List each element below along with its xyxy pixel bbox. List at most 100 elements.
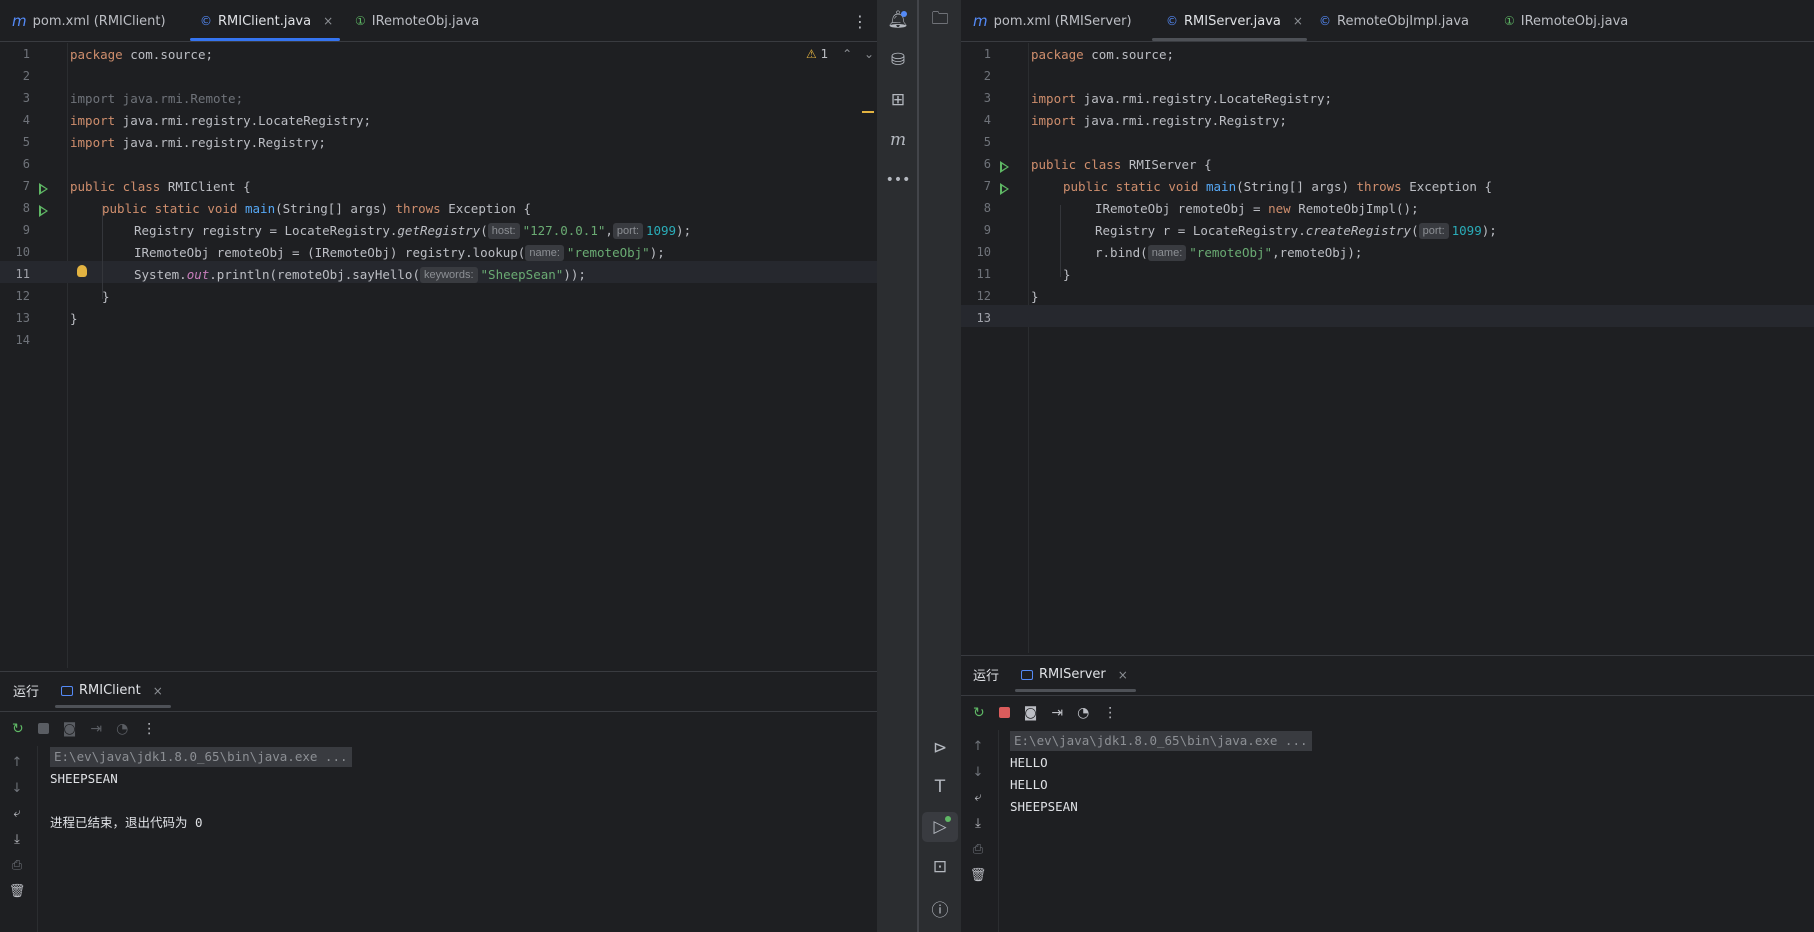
line-number: 2 — [983, 69, 991, 83]
param-hint: name: — [525, 245, 564, 261]
warning-indicator[interactable]: ⚠ 1 ⌃ ⌄ — [806, 47, 874, 61]
code-line: IRemoteObj remoteObj = (IRemoteObj) regi… — [134, 245, 665, 261]
run-icon[interactable] — [1000, 183, 1009, 195]
tab-iremoteobj-server[interactable]: ① IRemoteObj.java — [1504, 0, 1628, 42]
right-tab-bar: m pom.xml (RMIServer) © RMIServer.java ×… — [961, 0, 1814, 42]
close-icon[interactable]: × — [323, 14, 333, 28]
left-console-sidebar: ↑ ↓ ⤶ ⤓ ⎙ 🗑 — [0, 746, 38, 932]
more-icon[interactable]: ⋮ — [1103, 705, 1117, 721]
right-run-toolbar: ↻ ◙ ⇥ ◔ ⋮ — [961, 695, 1814, 729]
line-number: 13 — [15, 311, 30, 325]
code-line: import java.rmi.registry.LocateRegistry; — [70, 113, 372, 128]
problems-icon[interactable]: ⓘ — [922, 893, 958, 923]
build-hammer-icon[interactable]: T — [922, 772, 958, 802]
code-line: } — [102, 289, 110, 304]
services-icon[interactable]: ⊳ — [922, 733, 958, 763]
stop-icon[interactable] — [37, 723, 49, 734]
notifications-icon[interactable]: 🔔︎ — [880, 5, 916, 35]
right-editor[interactable]: 1 2 3 4 5 6 7 8 9 10 11 12 13 package co… — [961, 43, 1814, 653]
exit-icon[interactable]: ⇥ — [1051, 705, 1063, 721]
soft-wrap-icon[interactable]: ⤶ — [0, 806, 34, 821]
terminal-icon[interactable]: ⊡ — [922, 852, 958, 882]
scroll-up-icon[interactable]: ↑ — [0, 755, 34, 770]
close-icon[interactable]: × — [1118, 668, 1128, 682]
tab-label: RMIServer.java — [1184, 13, 1281, 29]
close-icon[interactable]: × — [1293, 14, 1303, 28]
line-number: 8 — [983, 201, 991, 215]
indent-guide — [1060, 205, 1061, 277]
scroll-to-end-icon[interactable]: ⤓ — [961, 816, 995, 831]
stop-icon[interactable] — [998, 707, 1010, 718]
tab-remoteobjimpl[interactable]: © RemoteObjImpl.java — [1319, 0, 1469, 42]
soft-wrap-icon[interactable]: ⤶ — [961, 790, 995, 805]
scroll-to-end-icon[interactable]: ⤓ — [0, 832, 34, 847]
run-icon[interactable] — [1000, 161, 1009, 173]
rerun-icon[interactable]: ↻ — [12, 721, 24, 737]
active-tab-underline — [190, 38, 340, 41]
middle-tool-stripe: 🔔︎ ⛁ ⊞ m ••• — [877, 0, 919, 932]
structure-icon[interactable]: ⊞ — [880, 85, 916, 115]
scroll-down-icon[interactable]: ↓ — [961, 765, 995, 780]
left-run-toolbar: ↻ ◙ ⇥ ◔ ⋮ — [0, 711, 877, 745]
more-tools-icon[interactable]: ••• — [880, 165, 916, 195]
class-icon: © — [200, 14, 212, 28]
indent-guide — [102, 205, 103, 299]
tab-rmiserver[interactable]: © RMIServer.java × — [1166, 0, 1303, 42]
more-tabs-icon[interactable]: ⋮ — [852, 0, 868, 42]
chevron-up-icon[interactable]: ⌃ — [842, 47, 852, 61]
camera-icon[interactable]: ◙ — [63, 721, 77, 737]
profiler-icon[interactable]: ◔ — [1077, 705, 1089, 721]
line-number: 4 — [22, 113, 30, 127]
tab-pom-client[interactable]: m pom.xml (RMIClient) — [12, 0, 166, 42]
line-number: 11 — [976, 267, 991, 281]
rerun-icon[interactable]: ↻ — [973, 705, 985, 721]
print-icon[interactable]: ⎙ — [961, 842, 995, 857]
run-tab-label: RMIServer — [1039, 667, 1106, 682]
trash-icon[interactable]: 🗑 — [0, 884, 34, 899]
run-icon[interactable] — [39, 205, 48, 217]
run-tab[interactable]: RMIServer × — [1015, 656, 1136, 694]
camera-icon[interactable]: ◙ — [1024, 705, 1038, 721]
project-folder-icon[interactable]: 🗀 — [922, 5, 958, 35]
code-line: package com.source; — [70, 47, 213, 62]
line-number: 4 — [983, 113, 991, 127]
run-tab[interactable]: RMIClient × — [55, 672, 171, 710]
code-line: public class RMIServer { — [1031, 157, 1212, 172]
run-tab-underline — [1015, 688, 1136, 692]
code-line: r.bind(name: "remoteObj",remoteObj); — [1095, 245, 1363, 261]
chevron-down-icon[interactable]: ⌄ — [864, 47, 874, 61]
console-line: SHEEPSEAN — [50, 771, 118, 786]
line-number: 2 — [22, 69, 30, 83]
warning-stripe-mark — [862, 111, 874, 113]
tab-rmiclient[interactable]: © RMIClient.java × — [200, 0, 333, 42]
left-run-header: 运行 RMIClient × — [0, 671, 877, 709]
scroll-up-icon[interactable]: ↑ — [961, 739, 995, 754]
right-console-output[interactable]: E:\ev\java\jdk1.8.0_65\bin\java.exe ... … — [1010, 730, 1800, 818]
exit-icon[interactable]: ⇥ — [90, 721, 102, 737]
scroll-down-icon[interactable]: ↓ — [0, 781, 34, 796]
close-icon[interactable]: × — [153, 684, 163, 698]
right-console-sidebar: ↑ ↓ ⤶ ⤓ ⎙ 🗑 — [961, 730, 999, 932]
left-editor[interactable]: ⚠ 1 ⌃ ⌄ 1 2 3 4 5 6 7 8 9 10 11 12 13 14… — [0, 43, 877, 668]
gutter-divider — [1028, 43, 1029, 653]
gutter-divider — [67, 43, 68, 668]
app-window-icon — [1021, 669, 1034, 680]
line-number: 3 — [22, 91, 30, 105]
line-number: 8 — [22, 201, 30, 215]
tab-pom-server[interactable]: m pom.xml (RMIServer) — [973, 0, 1132, 42]
database-icon[interactable]: ⛁ — [880, 45, 916, 75]
maven-tool-icon[interactable]: m — [880, 125, 916, 155]
param-hint: port: — [1418, 223, 1449, 239]
profiler-icon[interactable]: ◔ — [116, 721, 128, 737]
tab-iremoteobj[interactable]: ① IRemoteObj.java — [355, 0, 479, 42]
run-icon[interactable] — [39, 183, 48, 195]
left-console-output[interactable]: E:\ev\java\jdk1.8.0_65\bin\java.exe ... … — [50, 746, 870, 834]
lightbulb-icon[interactable] — [77, 265, 87, 277]
more-icon[interactable]: ⋮ — [142, 721, 156, 737]
right-tool-stripe: 🗀 ⊳ T ▷ ⊡ ⓘ — [919, 0, 961, 932]
line-number: 12 — [976, 289, 991, 303]
run-tool-icon[interactable]: ▷ — [922, 812, 958, 842]
tab-label: RMIClient.java — [218, 13, 312, 29]
trash-icon[interactable]: 🗑 — [961, 868, 995, 883]
print-icon[interactable]: ⎙ — [0, 858, 34, 873]
